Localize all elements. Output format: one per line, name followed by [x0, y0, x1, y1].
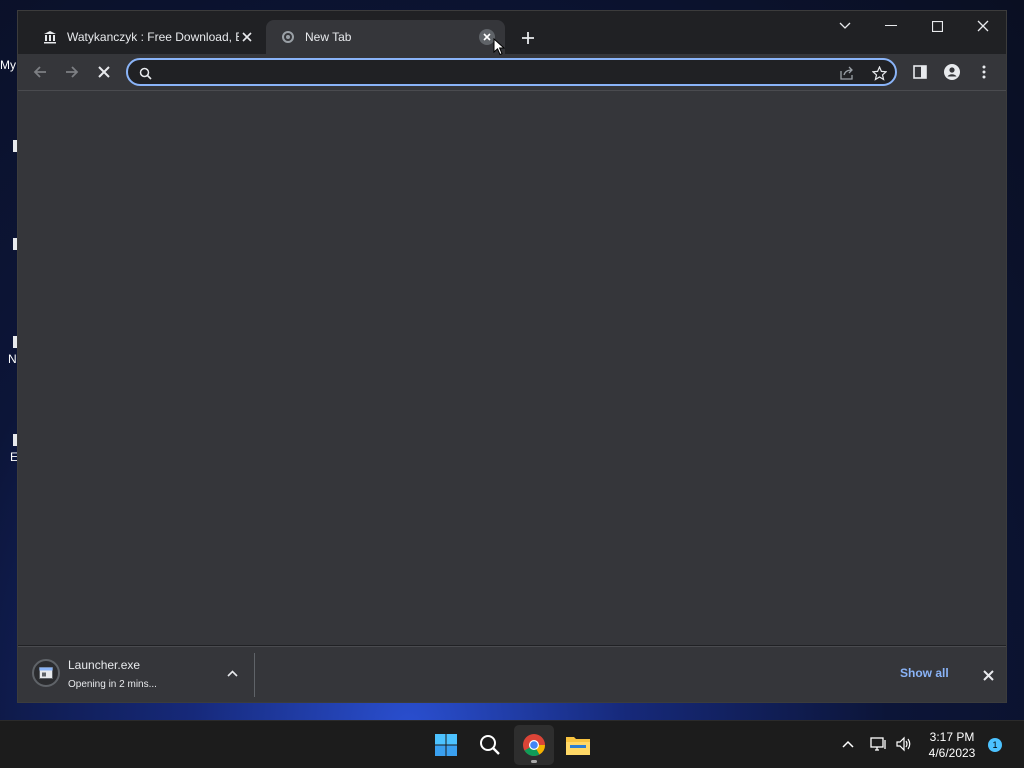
bookmark-star-icon[interactable] [870, 64, 888, 82]
tab-title: New Tab [305, 30, 352, 44]
clock-date: 4/6/2023 [928, 746, 976, 760]
arrow-left-icon [33, 66, 46, 78]
chevron-up-icon[interactable] [222, 663, 242, 683]
tab-strip: Watykanczyk : Free Download, Bo New Tab [18, 11, 1006, 54]
volume-icon[interactable] [893, 733, 915, 755]
system-clock[interactable]: 3:17 PM 4/6/2023 [920, 729, 984, 761]
arrow-right-icon [66, 66, 79, 78]
divider [254, 653, 255, 697]
windows-logo-icon [435, 734, 457, 756]
tab-new-tab[interactable]: New Tab [266, 20, 505, 54]
side-panel-icon [913, 65, 927, 79]
network-icon[interactable] [868, 733, 890, 755]
taskbar-file-explorer-button[interactable] [558, 725, 598, 765]
desktop-icon-label: My [0, 58, 16, 72]
close-shelf-button[interactable] [978, 665, 998, 685]
chevron-up-icon [842, 740, 854, 748]
chrome-icon [280, 29, 296, 45]
browser-window: Watykanczyk : Free Download, Bo New Tab [17, 10, 1007, 703]
tab-search-button[interactable] [822, 11, 868, 41]
page-content [18, 90, 1006, 645]
forward-button[interactable] [58, 58, 86, 86]
download-status: Opening in 2 mins... [68, 679, 157, 690]
address-bar[interactable] [126, 58, 897, 86]
download-shelf: Launcher.exe Opening in 2 mins... Show a… [18, 646, 1006, 702]
close-icon [982, 669, 994, 681]
executable-file-icon [32, 659, 60, 687]
profile-icon [944, 64, 960, 80]
taskbar: 3:17 PM 4/6/2023 1 [0, 720, 1024, 768]
more-vert-icon [982, 65, 986, 79]
download-item[interactable]: Launcher.exe Opening in 2 mins... [32, 655, 254, 695]
address-input[interactable] [160, 63, 804, 83]
download-filename: Launcher.exe [68, 658, 141, 672]
folder-icon [566, 737, 590, 755]
plus-icon [522, 32, 534, 44]
new-tab-button[interactable] [518, 28, 538, 48]
maximize-icon [931, 20, 943, 32]
tab-title: Watykanczyk : Free Download, Bo [67, 30, 239, 44]
taskbar-search-button[interactable] [470, 725, 510, 765]
close-tab-icon[interactable] [239, 29, 255, 45]
running-indicator [531, 760, 537, 763]
archive-icon [42, 29, 58, 45]
menu-button[interactable] [970, 58, 998, 86]
taskbar-chrome-button[interactable] [514, 725, 554, 765]
clock-time: 3:17 PM [929, 730, 975, 744]
show-all-link[interactable]: Show all [900, 666, 949, 680]
stop-loading-button[interactable] [90, 58, 118, 86]
close-icon [98, 66, 110, 78]
tab-watykanczyk[interactable]: Watykanczyk : Free Download, Bo [28, 20, 265, 54]
show-hidden-icons-button[interactable] [837, 733, 859, 755]
browser-toolbar [18, 54, 1006, 90]
minimize-button[interactable] [868, 11, 914, 41]
profile-button[interactable] [938, 58, 966, 86]
desktop-icon-label: N [8, 352, 17, 366]
side-panel-button[interactable] [906, 58, 934, 86]
chrome-icon [523, 734, 545, 756]
share-icon[interactable] [838, 64, 856, 82]
start-button[interactable] [426, 725, 466, 765]
notification-badge[interactable]: 1 [988, 738, 1002, 752]
chevron-down-icon [839, 22, 851, 29]
close-icon [977, 20, 989, 32]
search-icon [136, 64, 154, 82]
maximize-button[interactable] [914, 11, 960, 41]
back-button[interactable] [26, 58, 54, 86]
mouse-pointer-icon [493, 37, 506, 59]
minimize-icon [885, 25, 897, 26]
search-icon [480, 735, 500, 755]
close-window-button[interactable] [960, 11, 1006, 41]
